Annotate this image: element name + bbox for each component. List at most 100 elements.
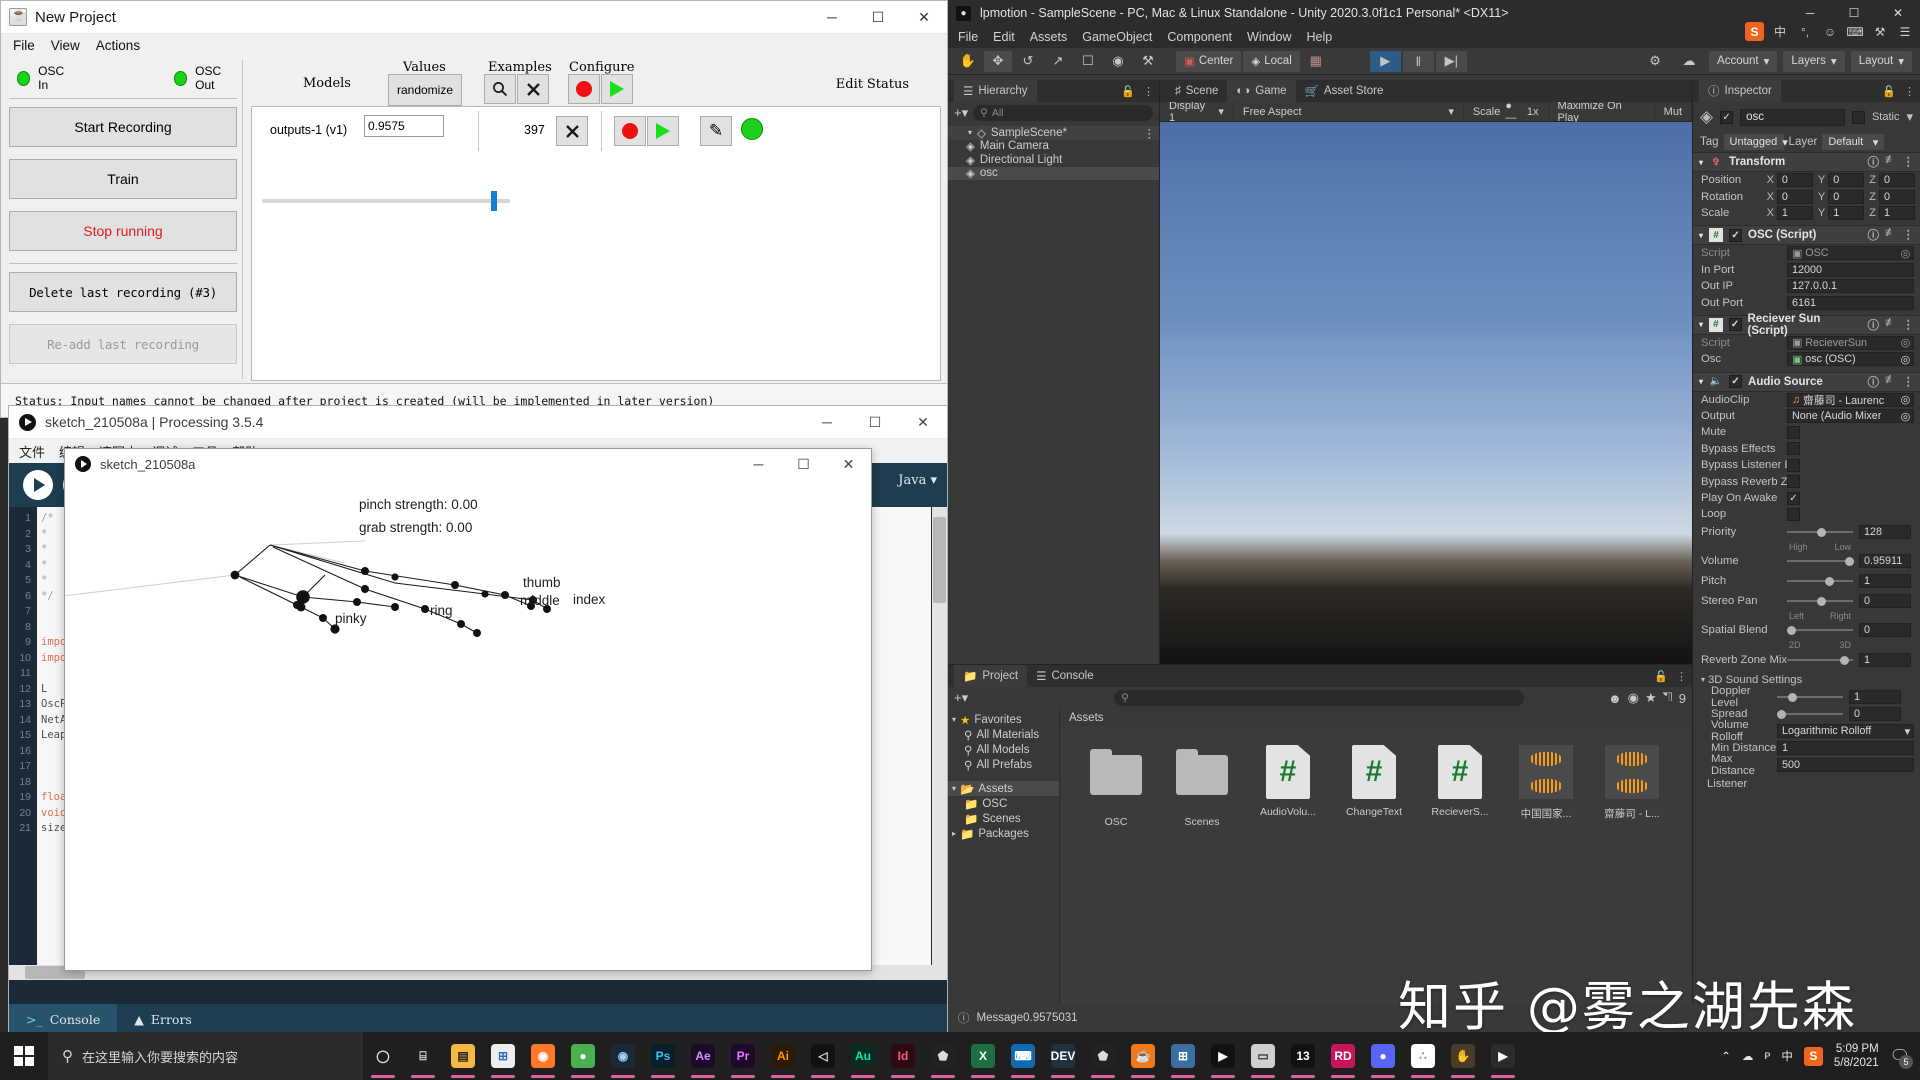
kebab-menu-icon[interactable]: ⋮	[1903, 227, 1915, 243]
clock[interactable]: 5:09 PM 5/8/2021	[1834, 1042, 1879, 1070]
tab-console[interactable]: >_ Console	[9, 1004, 117, 1034]
max-distance-field[interactable]: 500	[1777, 758, 1914, 772]
taskbar-search-input[interactable]: ⚲ 在这里输入你要搜索的内容	[48, 1032, 363, 1080]
project-tree-all-materials[interactable]: ⚲ All Materials	[948, 727, 1059, 742]
indesign-icon[interactable]: Id	[883, 1032, 923, 1080]
delete-last-recording-button[interactable]: Delete last recording (#3)	[9, 272, 237, 312]
loop-row[interactable]: Loop	[1693, 506, 1920, 522]
wekinator-window[interactable]: New Project ─ ☐ ✕ File View Actions OSC …	[0, 0, 948, 418]
inspector-tag-layer-row[interactable]: Tag Untagged ▾ Layer Default ▾	[1693, 132, 1920, 152]
menu-file[interactable]: File	[958, 30, 978, 44]
menu-assets[interactable]: Assets	[1030, 30, 1068, 44]
kebab-menu-icon[interactable]: ⋮	[1903, 374, 1915, 390]
stereo-pan-field[interactable]: 0	[1859, 594, 1911, 608]
inspector-object-header[interactable]: ◈ ✓ osc Static ▾	[1693, 102, 1920, 132]
pause-button[interactable]: ‖	[1403, 51, 1434, 72]
stereo-pan-row[interactable]: Stereo Pan 0	[1693, 592, 1920, 611]
component-header-audio-source[interactable]: ▾ 🔈 ✓ Audio Source ⓘ ≢ ⋮	[1693, 372, 1920, 392]
inspector-panel-tools[interactable]: 🔓 ⋮	[1882, 85, 1915, 98]
out-port-field[interactable]: 6161	[1787, 296, 1914, 310]
game-view-toolbar[interactable]: Display 1▾ Free Aspect ▾ Scale ●— 1x Max…	[1160, 102, 1692, 122]
unity2-icon[interactable]: ⬟	[1083, 1032, 1123, 1080]
chevron-down-icon[interactable]: ▾	[1701, 675, 1705, 684]
rotation-y-field[interactable]: 0	[1828, 190, 1864, 204]
ime-toolbox-icon[interactable]: ⚒	[1871, 23, 1889, 41]
wekinator-icon[interactable]: ☕	[1123, 1032, 1163, 1080]
position-z-field[interactable]: 0	[1879, 173, 1915, 187]
component-header-osc-script[interactable]: ▾ # ✓ OSC (Script) ⓘ ≢ ⋮	[1693, 225, 1920, 245]
asset-item-scenes[interactable]: Scenes	[1169, 745, 1235, 828]
explorer-icon[interactable]: ▤	[443, 1032, 483, 1080]
in-port-field[interactable]: 12000	[1787, 263, 1914, 277]
rotate-tool-button[interactable]: ↺	[1014, 51, 1042, 72]
menu-file[interactable]: File	[13, 38, 35, 53]
account-dropdown[interactable]: Account▾	[1709, 51, 1777, 72]
chrome-icon[interactable]: ●	[563, 1032, 603, 1080]
component-enabled-checkbox[interactable]: ✓	[1729, 229, 1742, 242]
wekinator-window-buttons[interactable]: ─ ☐ ✕	[809, 1, 947, 34]
tab-console[interactable]: ☰ Console	[1027, 665, 1103, 687]
stop-running-button[interactable]: Stop running	[9, 211, 237, 251]
out-ip-field[interactable]: 127.0.0.1	[1787, 279, 1914, 293]
volume-rolloff-row[interactable]: Volume Rolloff Logarithmic Rolloff ▾	[1693, 723, 1920, 740]
tab-scene[interactable]: ♯ Scene	[1166, 80, 1227, 102]
output-objectfield[interactable]: None (Audio Mixer ◎	[1787, 409, 1914, 423]
close-button[interactable]: ✕	[899, 406, 947, 439]
model-record-button[interactable]	[614, 116, 646, 146]
system-tray[interactable]: ⌃ ☁ ᴘ 中 S 5:09 PM 5/8/2021 🗨 5	[1721, 1042, 1920, 1070]
chevron-down-icon[interactable]: ▾	[952, 715, 956, 724]
ime-indicator[interactable]: 中	[1781, 1048, 1793, 1064]
minimize-button[interactable]: ─	[809, 1, 855, 34]
hierarchy-item-directional-light[interactable]: ◈ Directional Light	[948, 153, 1159, 167]
osc-outport-row[interactable]: Out Port 6161	[1693, 294, 1920, 310]
bypass-reverb-checkbox[interactable]	[1787, 475, 1800, 488]
transform-rotation-row[interactable]: Rotation X0 Y0 Z0	[1693, 188, 1920, 204]
mediaencoder-icon[interactable]: ◁	[803, 1032, 843, 1080]
network-icon[interactable]: ᴘ	[1764, 1050, 1770, 1062]
position-y-field[interactable]: 0	[1828, 173, 1864, 187]
firefox-icon[interactable]: ◉	[523, 1032, 563, 1080]
notification-center-button[interactable]: 🗨 5	[1890, 1046, 1910, 1066]
rotation-z-field[interactable]: 0	[1879, 190, 1915, 204]
photoshop-icon[interactable]: Ps	[643, 1032, 683, 1080]
project-search-input[interactable]: ⚲	[1114, 690, 1524, 706]
tab-project[interactable]: 📁 Project	[954, 665, 1027, 687]
osc-outip-row[interactable]: Out IP 127.0.0.1	[1693, 278, 1920, 294]
collab-icon[interactable]: ⚙	[1641, 51, 1669, 72]
volume-rolloff-dropdown[interactable]: Logarithmic Rolloff ▾	[1777, 724, 1914, 738]
object-name-input[interactable]: osc	[1740, 109, 1845, 126]
tab-hierarchy[interactable]: ☰ Hierarchy	[954, 80, 1037, 102]
mute-row[interactable]: Mute	[1693, 424, 1920, 440]
menu-window[interactable]: Window	[1247, 30, 1291, 44]
pivot-toggle[interactable]: ▣ Center	[1176, 51, 1241, 72]
reciever-osc-row[interactable]: Osc ▣ osc (OSC) ◎	[1693, 351, 1920, 367]
rider-icon[interactable]: RD	[1323, 1032, 1363, 1080]
taskview-icon[interactable]: ⌸	[403, 1032, 443, 1080]
wekinator-menubar[interactable]: File View Actions	[1, 34, 947, 56]
tray-expand-icon[interactable]: ⌃	[1721, 1049, 1731, 1063]
ime-toolbar[interactable]: S 中 °, ☺ ⌨ ⚒ ☰	[1745, 22, 1914, 41]
sketch-window-buttons[interactable]: ─ ☐ ✕	[736, 449, 871, 479]
project-tree-all-models[interactable]: ⚲ All Models	[948, 742, 1059, 757]
processing-icon[interactable]: ▶	[1203, 1032, 1243, 1080]
scale-tool-button[interactable]: ↗	[1044, 51, 1072, 72]
move-tool-button[interactable]: ✥	[984, 51, 1012, 72]
model-delete-button[interactable]	[556, 116, 588, 146]
inspector-tabrow[interactable]: ⓘ Inspector 🔓 ⋮	[1693, 80, 1920, 102]
space-toggle[interactable]: ◈ Local	[1243, 51, 1299, 72]
ime-chinese-icon[interactable]: 中	[1771, 23, 1789, 41]
volume-field[interactable]: 0.95911	[1859, 554, 1911, 568]
bypass-effects-row[interactable]: Bypass Effects	[1693, 441, 1920, 457]
model-run-button[interactable]	[647, 116, 679, 146]
add-object-button[interactable]: +▾	[954, 105, 968, 121]
asset-item-audio-2[interactable]: 齋藤司 - L...	[1599, 745, 1665, 828]
mute-audio-toggle[interactable]: Mut	[1655, 102, 1692, 122]
delete-examples-button[interactable]	[517, 74, 549, 104]
game-render-surface[interactable]	[1160, 122, 1692, 664]
play-on-awake-row[interactable]: Play On Awake ✓	[1693, 490, 1920, 506]
hierarchy-panel-tools[interactable]: 🔓 ⋮	[1121, 85, 1154, 98]
hierarchy-tabrow[interactable]: ☰ Hierarchy 🔓 ⋮	[948, 80, 1159, 102]
randomize-button[interactable]: randomize	[388, 74, 462, 106]
volume-slider[interactable]	[1787, 554, 1853, 568]
sketch-window[interactable]: sketch_210508a ─ ☐ ✕ pinch strength: 0.0…	[64, 448, 872, 971]
